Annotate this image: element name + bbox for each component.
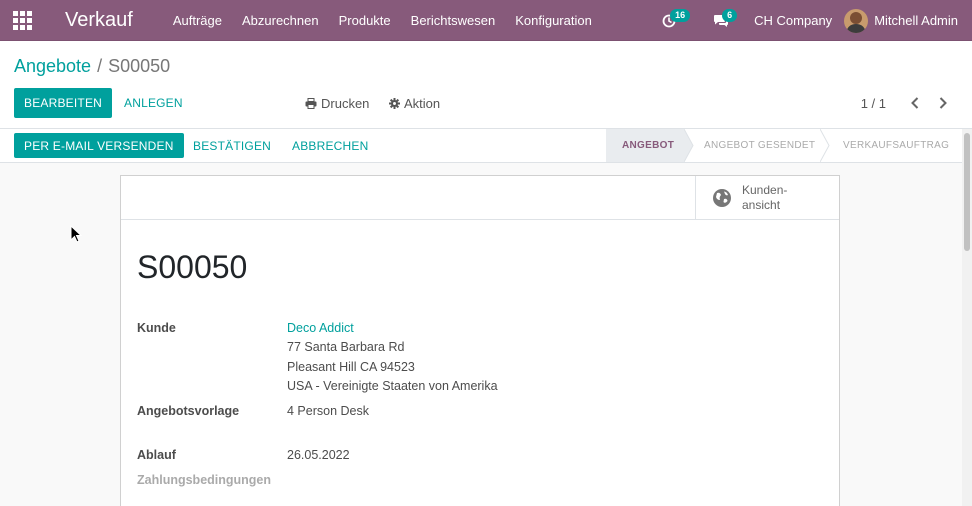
pager-previous-button[interactable] [905, 88, 925, 118]
apps-menu-icon[interactable] [0, 0, 44, 41]
scrollbar-thumb[interactable] [964, 133, 970, 251]
menu-item-products[interactable]: Produkte [329, 0, 401, 41]
messaging-menu[interactable]: 6 [704, 0, 738, 41]
stage-arrow [820, 129, 830, 162]
breadcrumb-separator: / [97, 56, 103, 76]
chevron-left-icon [911, 97, 919, 109]
print-label: Drucken [321, 95, 370, 111]
expiry-label: Ablauf [137, 448, 176, 462]
user-avatar [844, 8, 869, 33]
edit-button[interactable]: BEARBEITEN [14, 88, 113, 118]
pager-next-button[interactable] [933, 88, 953, 118]
customer-address-line1: 77 Santa Barbara Rd [287, 340, 405, 354]
print-menu[interactable]: Drucken [305, 88, 369, 118]
customer-link[interactable]: Deco Addict [287, 321, 354, 335]
expiry-value: 26.05.2022 [287, 448, 350, 462]
print-icon [305, 97, 317, 109]
user-name: Mitchell Admin [874, 13, 958, 28]
activity-count-badge: 16 [670, 9, 691, 22]
stage-quotation-sent[interactable]: ANGEBOT GESENDET [704, 129, 822, 162]
create-button[interactable]: ANLEGEN [124, 88, 183, 118]
quotation-template-value: 4 Person Desk [287, 404, 369, 418]
top-navbar: Verkauf Aufträge Abzurechnen Produkte Be… [0, 0, 972, 41]
menu-item-orders[interactable]: Aufträge [163, 0, 232, 41]
stat-button-label-line1: Kunden- [742, 182, 788, 197]
menu-item-configuration[interactable]: Konfiguration [505, 0, 602, 41]
action-label: Aktion [404, 95, 441, 111]
stage-sales-order[interactable]: VERKAUFSAUFTRAG [843, 129, 969, 162]
mouse-cursor-icon [70, 225, 82, 243]
messages-count-badge: 6 [722, 9, 738, 22]
menu-item-reporting[interactable]: Berichtswesen [401, 0, 506, 41]
status-stages: ANGEBOT ANGEBOT GESENDET VERKAUFSAUFTRAG [606, 129, 972, 162]
activity-menu[interactable]: 16 [652, 0, 691, 41]
confirm-button[interactable]: BESTÄTIGEN [193, 133, 271, 158]
customer-preview-button[interactable]: Kunden- ansicht [695, 176, 839, 219]
form-view: Kunden- ansicht S00050 Kunde Deco Addict… [0, 163, 962, 506]
send-by-email-button[interactable]: PER E-MAIL VERSENDEN [14, 133, 184, 158]
stat-button-label-line2: ansicht [742, 197, 781, 212]
customer-address-line2: Pleasant Hill CA 94523 [287, 360, 415, 374]
control-panel: Angebote / S00050 BEARBEITEN ANLEGEN Dru… [0, 41, 972, 129]
breadcrumb-current: S00050 [108, 56, 171, 76]
pager-value[interactable]: 1 / 1 [861, 88, 886, 118]
form-sheet: Kunden- ansicht S00050 Kunde Deco Addict… [120, 175, 840, 506]
button-box: Kunden- ansicht [121, 176, 839, 220]
form-statusbar: PER E-MAIL VERSENDEN BESTÄTIGEN ABBRECHE… [0, 129, 972, 163]
user-menu[interactable]: Mitchell Admin [844, 8, 972, 33]
stage-arrow [684, 129, 694, 162]
breadcrumb-parent-link[interactable]: Angebote [14, 56, 91, 77]
document-title: S00050 [137, 249, 248, 285]
company-switcher[interactable]: CH Company [738, 13, 844, 28]
customer-address-line3: USA - Vereinigte Staaten von Amerika [287, 379, 498, 393]
stage-quotation[interactable]: ANGEBOT [606, 129, 684, 162]
quotation-template-label: Angebotsvorlage [137, 404, 240, 418]
payment-terms-label: Zahlungsbedingungen [137, 473, 272, 487]
globe-icon [713, 188, 731, 207]
vertical-scrollbar[interactable] [962, 129, 972, 506]
menu-item-to-invoice[interactable]: Abzurechnen [232, 0, 329, 41]
app-name[interactable]: Verkauf [44, 9, 163, 32]
systray: 16 6 CH Company Mitchell Admin [652, 0, 972, 41]
breadcrumb: Angebote / S00050 [14, 56, 170, 77]
customer-label: Kunde [137, 321, 176, 335]
gear-icon [389, 97, 400, 109]
action-menu[interactable]: Aktion [389, 88, 440, 118]
chevron-right-icon [939, 97, 947, 109]
cancel-button[interactable]: ABBRECHEN [292, 133, 368, 158]
